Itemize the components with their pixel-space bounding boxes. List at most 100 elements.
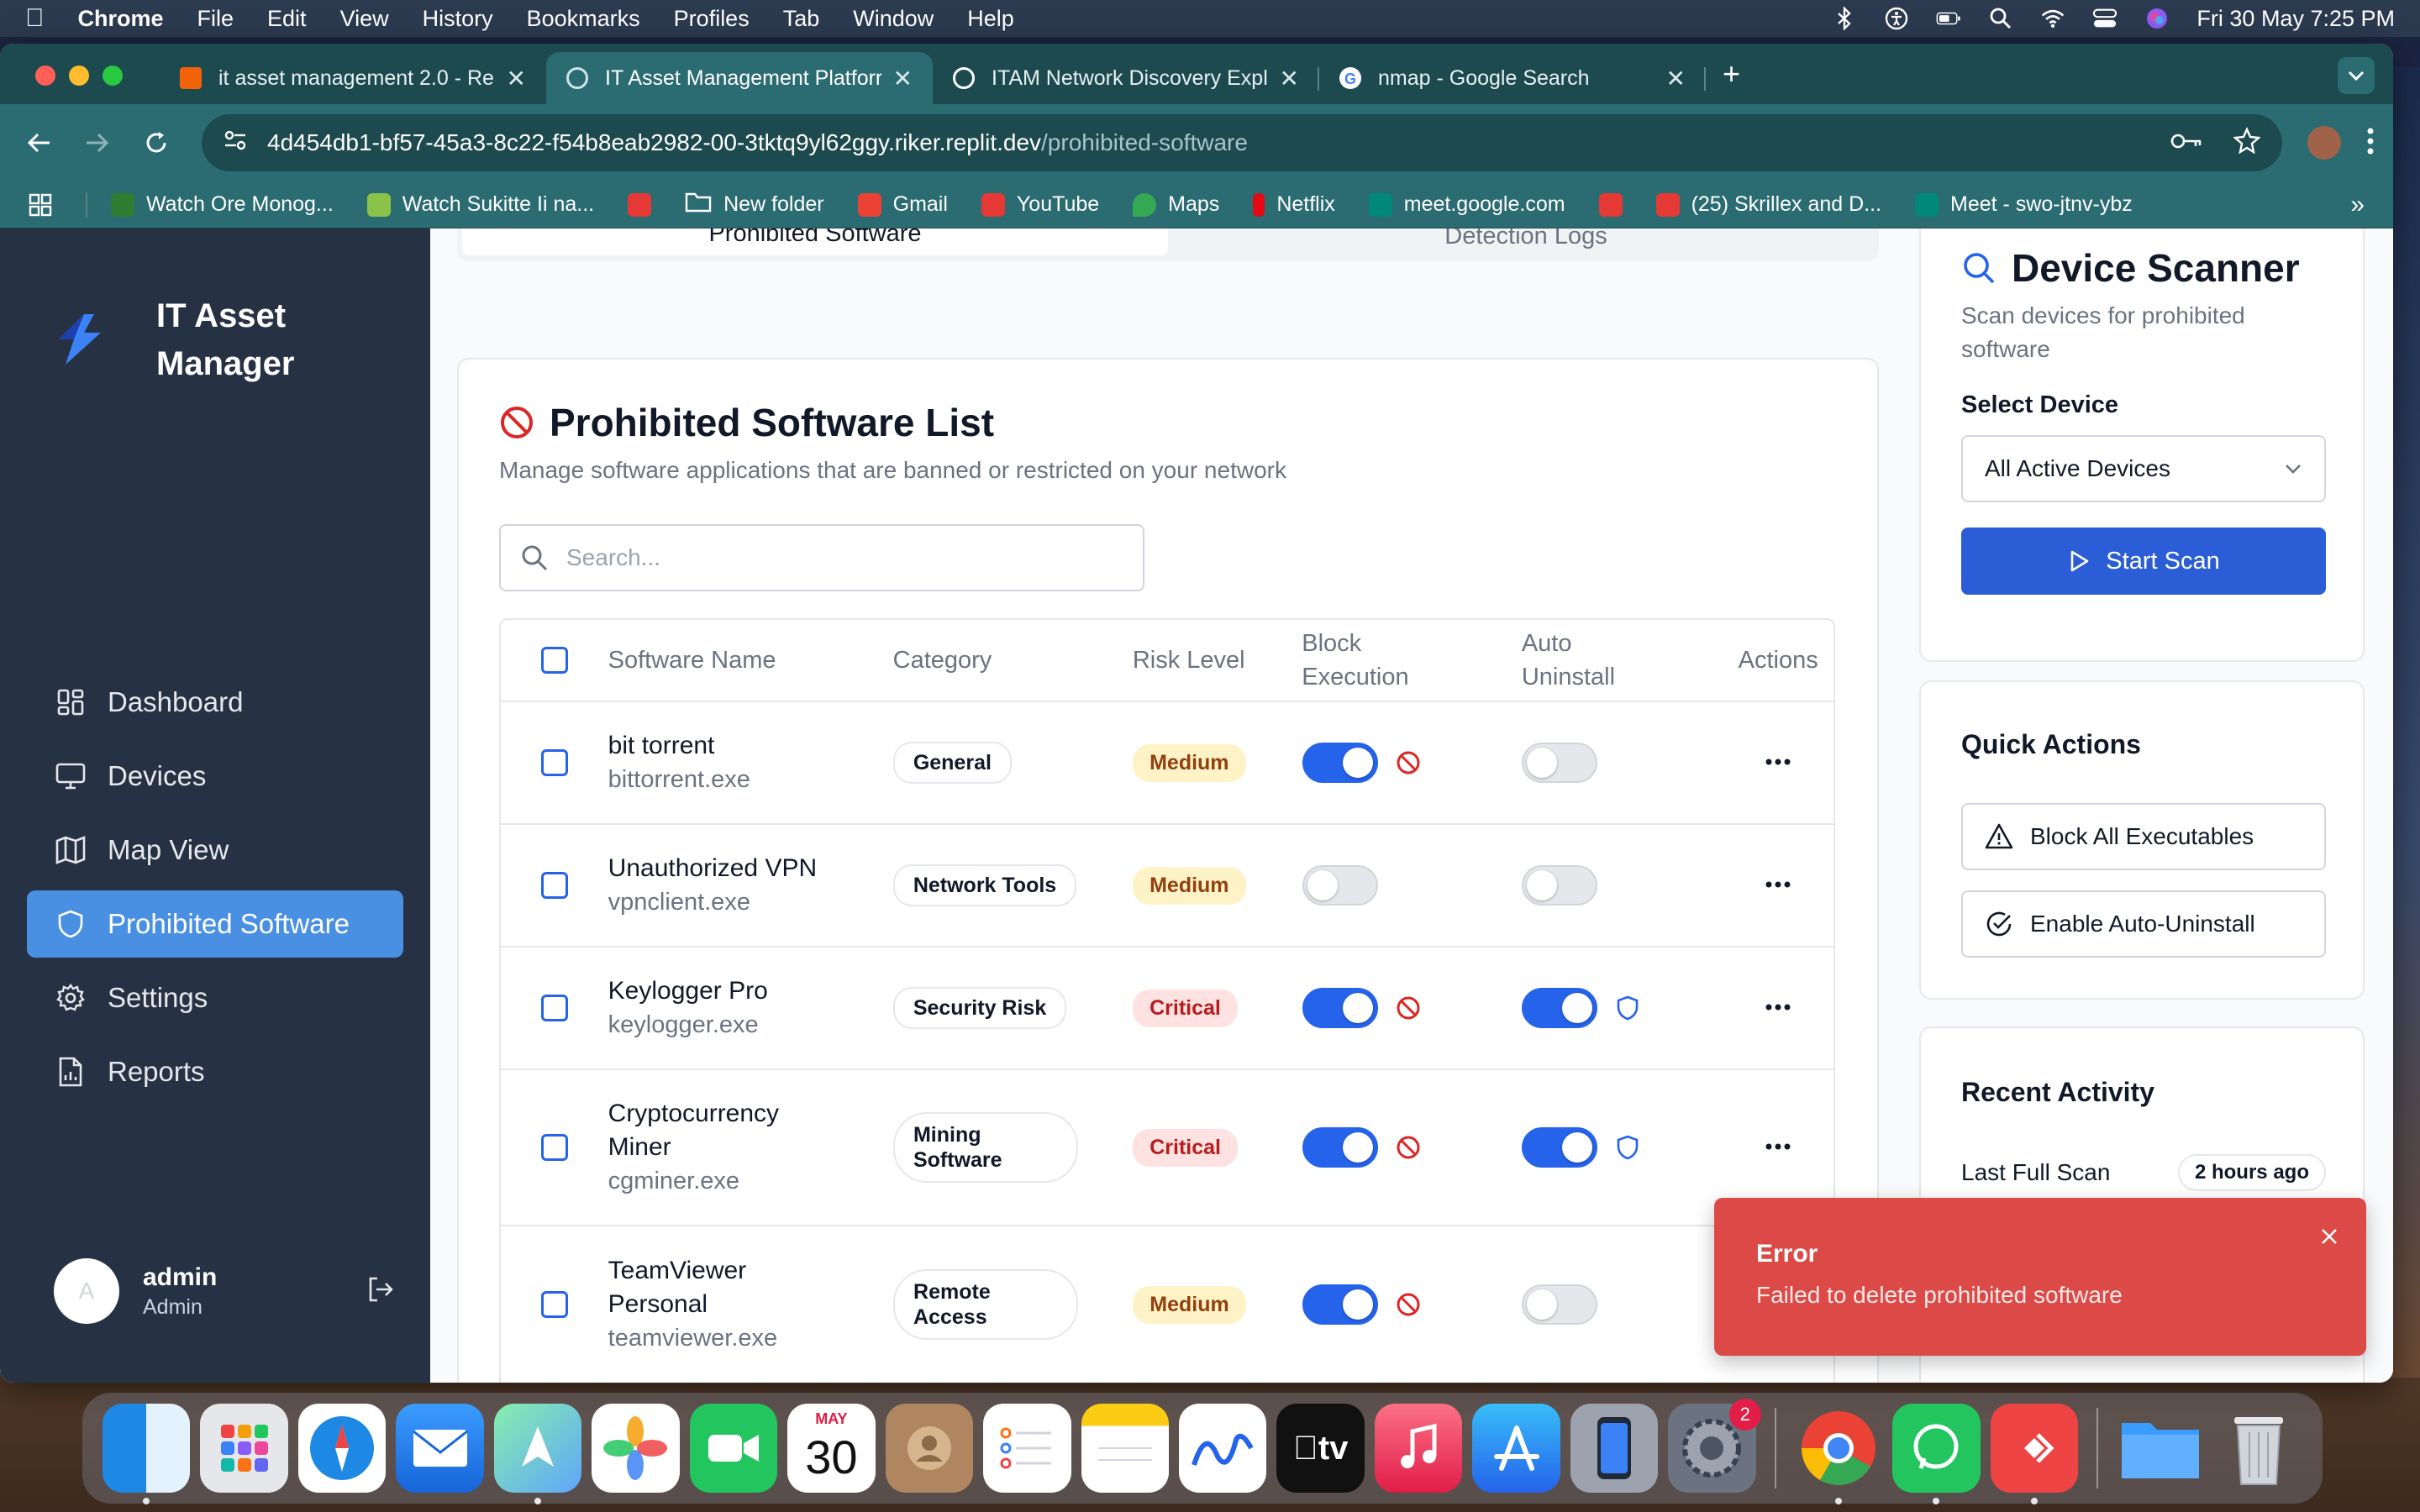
safari-icon[interactable] bbox=[297, 1404, 387, 1493]
sidebar-item-reports[interactable]: Reports bbox=[27, 1038, 403, 1105]
apple-menu-icon[interactable]:  bbox=[25, 4, 45, 33]
site-info-icon[interactable] bbox=[224, 129, 247, 156]
new-tab-button[interactable]: + bbox=[1723, 56, 1740, 92]
block-execution-toggle[interactable] bbox=[1302, 1284, 1378, 1325]
password-key-icon[interactable] bbox=[2170, 129, 2203, 156]
bookmark-star-icon[interactable] bbox=[2233, 126, 2261, 160]
select-all-checkbox[interactable] bbox=[540, 647, 568, 674]
column-header[interactable]: Block Execution bbox=[1302, 627, 1522, 694]
bluetooth-icon[interactable] bbox=[1832, 6, 1857, 31]
auto-uninstall-toggle[interactable] bbox=[1521, 988, 1597, 1028]
column-header[interactable]: Software Name bbox=[608, 647, 893, 675]
accessibility-icon[interactable] bbox=[1884, 6, 1909, 31]
bookmark-item[interactable]: Netflix bbox=[1253, 192, 1335, 217]
auto-uninstall-toggle[interactable] bbox=[1521, 1127, 1597, 1168]
iphone-mirroring-icon[interactable] bbox=[1570, 1404, 1659, 1493]
logout-icon[interactable] bbox=[366, 1275, 395, 1308]
close-tab-icon[interactable]: ✕ bbox=[1666, 65, 1686, 92]
start-scan-button[interactable]: Start Scan bbox=[1961, 528, 2326, 595]
auto-uninstall-toggle[interactable] bbox=[1522, 1284, 1598, 1325]
browser-tab-active[interactable]: IT Asset Management Platforr ✕ bbox=[546, 52, 933, 104]
wifi-icon[interactable] bbox=[2040, 6, 2065, 31]
row-checkbox[interactable] bbox=[540, 1134, 568, 1161]
address-bar[interactable]: 4d454db1-bf57-45a3-8c22-f54b8eab2982-00-… bbox=[202, 114, 2282, 171]
close-tab-icon[interactable]: ✕ bbox=[507, 65, 526, 92]
menu-window[interactable]: Window bbox=[853, 6, 934, 32]
siri-icon[interactable] bbox=[2144, 6, 2170, 31]
mail-icon[interactable] bbox=[396, 1404, 484, 1493]
menu-tab[interactable]: Tab bbox=[783, 6, 820, 32]
menu-view[interactable]: View bbox=[340, 6, 389, 32]
bookmark-item[interactable]: Watch Ore Monog... bbox=[111, 192, 334, 217]
row-checkbox[interactable] bbox=[540, 749, 568, 776]
photos-icon[interactable] bbox=[592, 1404, 680, 1493]
zoom-window-button[interactable] bbox=[103, 66, 123, 86]
browser-menu-icon[interactable] bbox=[2366, 127, 2375, 160]
minimize-window-button[interactable] bbox=[69, 66, 89, 86]
column-header[interactable]: Category bbox=[893, 647, 1133, 675]
anydesk-icon[interactable] bbox=[1990, 1404, 2079, 1504]
block-execution-toggle[interactable] bbox=[1302, 988, 1378, 1028]
app-store-icon[interactable] bbox=[1472, 1404, 1560, 1493]
bookmark-item[interactable]: YouTube bbox=[981, 192, 1099, 217]
sidebar-item-devices[interactable]: Devices bbox=[27, 743, 403, 810]
control-center-icon[interactable] bbox=[2092, 6, 2118, 31]
launchpad-icon[interactable] bbox=[200, 1404, 288, 1493]
sidebar-item-settings[interactable]: Settings bbox=[27, 964, 403, 1032]
freeform-icon[interactable] bbox=[1178, 1404, 1267, 1493]
menu-profiles[interactable]: Profiles bbox=[674, 6, 750, 32]
contacts-icon[interactable] bbox=[885, 1404, 974, 1493]
reminders-icon[interactable] bbox=[983, 1404, 1071, 1493]
downloads-folder-icon[interactable] bbox=[2117, 1404, 2204, 1493]
profile-avatar[interactable] bbox=[2307, 126, 2341, 160]
more-bookmarks-icon[interactable]: » bbox=[2350, 191, 2365, 219]
bookmark-folder[interactable]: New folder bbox=[685, 191, 824, 218]
bookmark-item[interactable]: Maps bbox=[1133, 192, 1219, 217]
tab-search-chevron-icon[interactable] bbox=[2338, 57, 2375, 94]
menu-bookmarks[interactable]: Bookmarks bbox=[527, 6, 640, 32]
search-input[interactable]: Search... bbox=[499, 524, 1144, 591]
spotlight-search-icon[interactable] bbox=[1988, 6, 2013, 31]
bookmark-item[interactable]: Watch Sukitte Ii na... bbox=[366, 192, 594, 217]
more-actions-icon[interactable] bbox=[1765, 1140, 1791, 1155]
whatsapp-icon[interactable] bbox=[1892, 1404, 1981, 1504]
youtube-bookmark-icon[interactable] bbox=[628, 192, 652, 217]
music-icon[interactable] bbox=[1374, 1404, 1463, 1493]
trash-icon[interactable] bbox=[2214, 1404, 2302, 1493]
tab-prohibited-software[interactable]: Prohibited Software bbox=[462, 228, 1168, 255]
maps-icon[interactable] bbox=[493, 1404, 582, 1504]
sidebar-item-dashboard[interactable]: Dashboard bbox=[27, 669, 403, 736]
close-window-button[interactable] bbox=[35, 66, 55, 86]
close-icon[interactable] bbox=[2314, 1221, 2344, 1252]
browser-tab[interactable]: ITAM Network Discovery Expl ✕ bbox=[933, 52, 1319, 104]
back-arrow-icon[interactable] bbox=[18, 123, 59, 163]
more-actions-icon[interactable] bbox=[1765, 755, 1791, 770]
block-all-executables-button[interactable]: Block All Executables bbox=[1961, 803, 2326, 870]
column-header[interactable]: Risk Level bbox=[1133, 647, 1302, 675]
bookmark-item[interactable]: (25) Skrillex and D... bbox=[1655, 192, 1881, 217]
forward-arrow-icon[interactable] bbox=[77, 123, 118, 163]
calendar-icon[interactable]: MAY 30 bbox=[787, 1404, 876, 1493]
chrome-icon[interactable] bbox=[1795, 1404, 1882, 1504]
apple-tv-icon[interactable]: tv bbox=[1276, 1404, 1365, 1493]
more-actions-icon[interactable] bbox=[1765, 878, 1791, 893]
menubar-clock[interactable]: Fri 30 May 7:25 PM bbox=[2196, 6, 2395, 32]
menu-edit[interactable]: Edit bbox=[267, 6, 307, 32]
menu-file[interactable]: File bbox=[197, 6, 234, 32]
sidebar-item-prohibited-software[interactable]: Prohibited Software bbox=[27, 890, 403, 958]
tab-detection-logs[interactable]: Detection Logs bbox=[1173, 228, 1879, 260]
browser-tab[interactable]: G nmap - Google Search ✕ bbox=[1319, 52, 1706, 104]
system-settings-icon[interactable]: 2 bbox=[1668, 1399, 1761, 1493]
menu-app-name[interactable]: Chrome bbox=[78, 6, 164, 32]
sidebar-item-map-view[interactable]: Map View bbox=[27, 816, 403, 884]
block-execution-toggle[interactable] bbox=[1302, 1127, 1378, 1168]
column-header[interactable]: Auto Uninstall bbox=[1522, 627, 1723, 694]
row-checkbox[interactable] bbox=[540, 995, 568, 1021]
close-tab-icon[interactable]: ✕ bbox=[1280, 65, 1299, 92]
avatar[interactable]: A bbox=[54, 1258, 119, 1324]
battery-icon[interactable] bbox=[1936, 6, 1961, 31]
notes-icon[interactable] bbox=[1081, 1404, 1169, 1493]
auto-uninstall-toggle[interactable] bbox=[1521, 743, 1597, 783]
bookmark-item[interactable]: Meet - swo-jtnv-ybz bbox=[1915, 192, 2133, 217]
close-tab-icon[interactable]: ✕ bbox=[893, 65, 913, 92]
